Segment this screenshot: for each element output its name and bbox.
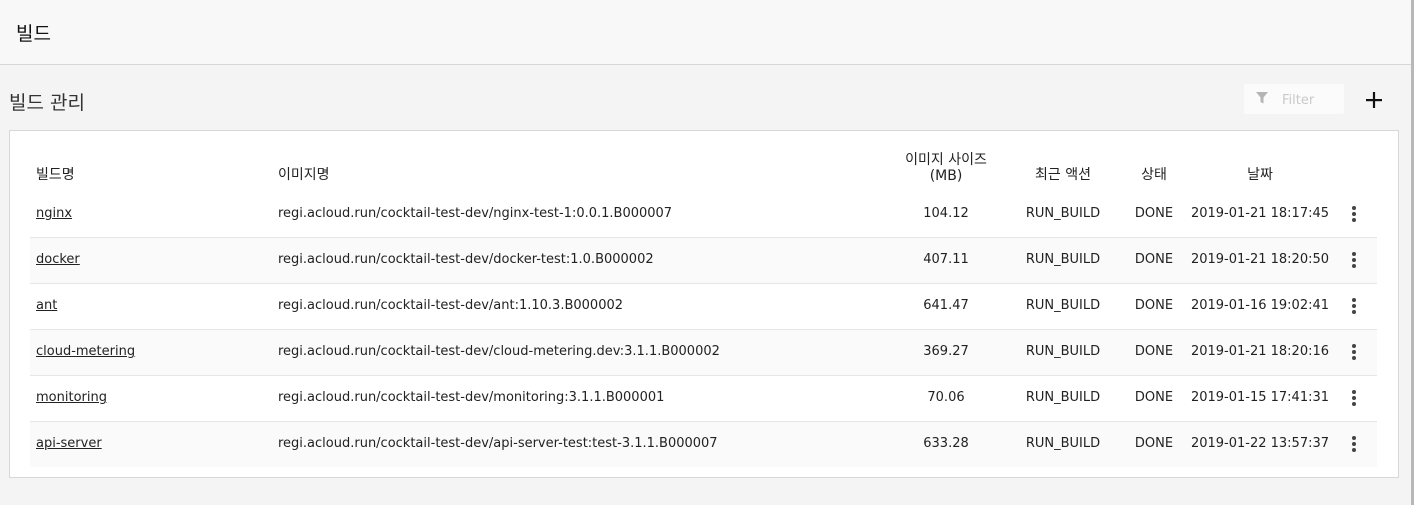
more-options-icon[interactable] [1346,388,1362,408]
column-header-image-size: 이미지 사이즈 (MB) [886,152,1006,184]
date: 2019-01-16 19:02:41 [1190,298,1330,313]
date: 2019-01-22 13:57:37 [1190,436,1330,451]
table-row: docker regi.acloud.run/cocktail-test-dev… [30,238,1377,284]
recent-action: RUN_BUILD [1025,436,1101,451]
image-size: 407.11 [923,252,969,267]
status: DONE [1134,436,1174,451]
image-size: 633.28 [923,436,969,451]
build-table-panel: 빌드명 이미지명 이미지 사이즈 (MB) 최근 액션 상태 날짜 nginx … [9,130,1399,478]
image-name: regi.acloud.run/cocktail-test-dev/nginx-… [278,206,673,221]
build-name-link[interactable]: nginx [36,206,72,222]
column-header-recent-action: 최근 액션 [1035,167,1091,183]
column-header-build-name: 빌드명 [36,167,75,183]
build-name-link[interactable]: ant [36,298,57,314]
recent-action: RUN_BUILD [1025,206,1101,221]
table-header: 빌드명 이미지명 이미지 사이즈 (MB) 최근 액션 상태 날짜 [30,131,1377,193]
image-size: 641.47 [923,298,969,313]
table-row: ant regi.acloud.run/cocktail-test-dev/an… [30,284,1377,330]
recent-action: RUN_BUILD [1025,298,1101,313]
image-name: regi.acloud.run/cocktail-test-dev/monito… [278,390,665,405]
column-header-date: 날짜 [1247,167,1273,183]
recent-action: RUN_BUILD [1025,390,1101,405]
status: DONE [1134,206,1174,221]
image-name: regi.acloud.run/cocktail-test-dev/ant:1.… [278,298,624,313]
more-options-icon[interactable] [1346,342,1362,362]
recent-action: RUN_BUILD [1025,252,1101,267]
filter-field[interactable] [1244,84,1344,114]
column-header-image-size-line1: 이미지 사이즈 [905,152,987,168]
more-options-icon[interactable] [1346,250,1362,270]
column-header-image-size-unit: (MB) [929,168,963,184]
table-row: cloud-metering regi.acloud.run/cocktail-… [30,330,1377,376]
table-row: api-server regi.acloud.run/cocktail-test… [30,422,1377,467]
add-build-button[interactable] [1360,86,1388,114]
column-header-status: 상태 [1141,167,1167,183]
status: DONE [1134,344,1174,359]
image-size: 104.12 [923,206,969,221]
status: DONE [1134,252,1174,267]
page-title: 빌드 [16,23,51,45]
section-title: 빌드 관리 [9,92,85,114]
build-name-link[interactable]: cloud-metering [36,344,135,360]
image-name: regi.acloud.run/cocktail-test-dev/api-se… [278,436,718,451]
status: DONE [1134,390,1174,405]
more-options-icon[interactable] [1346,204,1362,224]
image-name: regi.acloud.run/cocktail-test-dev/cloud-… [278,344,720,359]
image-name: regi.acloud.run/cocktail-test-dev/docker… [278,252,654,267]
recent-action: RUN_BUILD [1025,344,1101,359]
table-row: monitoring regi.acloud.run/cocktail-test… [30,376,1377,422]
top-bar: 빌드 [0,0,1411,65]
more-options-icon[interactable] [1346,434,1362,454]
image-size: 369.27 [923,344,969,359]
date: 2019-01-21 18:17:45 [1190,206,1330,221]
filter-icon [1256,92,1268,104]
more-options-icon[interactable] [1346,296,1362,316]
date: 2019-01-15 17:41:31 [1190,390,1330,405]
date: 2019-01-21 18:20:16 [1190,344,1330,359]
status: DONE [1134,298,1174,313]
table-row: nginx regi.acloud.run/cocktail-test-dev/… [30,192,1377,238]
image-size: 70.06 [927,390,965,405]
filter-input[interactable] [1280,89,1344,111]
column-header-image-name: 이미지명 [278,167,330,183]
build-name-link[interactable]: docker [36,252,80,268]
build-name-link[interactable]: api-server [36,436,102,452]
date: 2019-01-21 18:20:50 [1190,252,1330,267]
build-name-link[interactable]: monitoring [36,390,107,406]
